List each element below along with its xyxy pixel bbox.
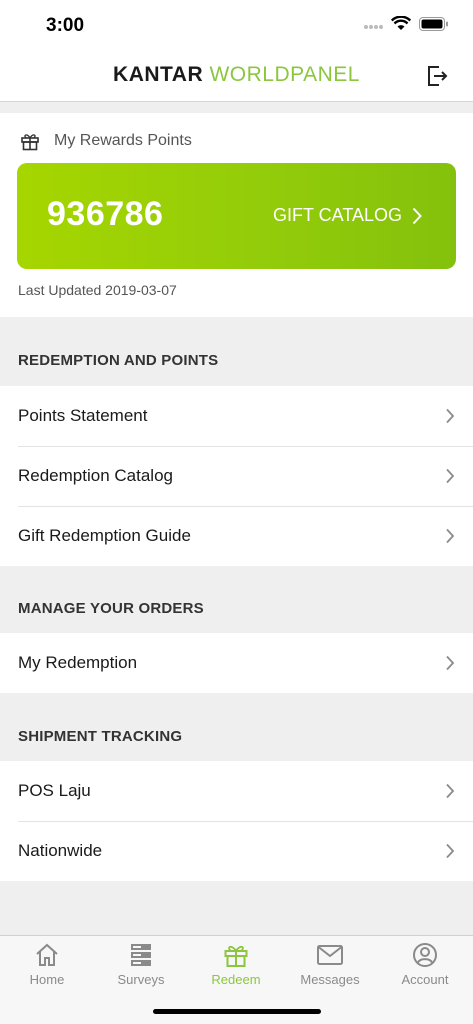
brand-logo-left: KANTAR (113, 63, 210, 86)
list-item-pos-laju[interactable]: POS Laju (0, 761, 473, 821)
account-icon (413, 943, 437, 967)
tab-home[interactable]: Home (0, 942, 94, 987)
tab-label: Account (401, 972, 449, 987)
list-item-gift-redemption-guide[interactable]: Gift Redemption Guide (0, 506, 473, 566)
surveys-icon (131, 944, 151, 966)
tab-redeem[interactable]: Redeem (189, 942, 283, 987)
tab-account[interactable]: Account (378, 942, 472, 987)
points-value: 936786 (47, 195, 164, 233)
tab-messages[interactable]: Messages (283, 942, 377, 987)
gift-catalog-label: GIFT CATALOG (272, 205, 402, 225)
list-item-nationwide[interactable]: Nationwide (0, 821, 473, 881)
tab-label: Surveys (117, 972, 165, 987)
gift-catalog-button[interactable]: GIFT CATALOG (273, 205, 422, 226)
section-header-shipment: SHIPMENT TRACKING (18, 728, 183, 745)
chevron-right-icon (446, 783, 455, 799)
brand-logo: KANTAR WORLDPANEL (0, 63, 473, 87)
list-item-label: POS Laju (18, 781, 91, 800)
cellular-signal-icon (364, 24, 383, 29)
rewards-section: My Rewards Points 936786 GIFT CATALOG La… (0, 113, 473, 317)
chevron-right-icon (446, 655, 455, 671)
list-item-redemption-catalog[interactable]: Redemption Catalog (0, 446, 473, 506)
wifi-icon (391, 16, 411, 30)
points-card[interactable]: 936786 GIFT CATALOG (17, 163, 456, 269)
chevron-right-icon (446, 843, 455, 859)
list-item-label: Points Statement (18, 406, 148, 425)
list-orders: My Redemption (0, 633, 473, 693)
status-time: 3:00 (46, 15, 85, 36)
chevron-right-icon (446, 528, 455, 544)
list-shipment: POS Laju Nationwide (0, 761, 473, 881)
chevron-right-icon (446, 468, 455, 484)
chevron-right-icon (412, 207, 422, 224)
tab-label: Home (29, 972, 65, 987)
tab-label: Messages (300, 972, 360, 987)
list-redemption: Points Statement Redemption Catalog Gift… (0, 386, 473, 566)
logout-icon[interactable] (425, 64, 449, 88)
chevron-right-icon (446, 408, 455, 424)
list-item-label: My Redemption (18, 653, 138, 672)
list-item-label: Gift Redemption Guide (18, 526, 191, 545)
status-icons (363, 16, 449, 31)
list-item-points-statement[interactable]: Points Statement (0, 386, 473, 446)
tab-surveys[interactable]: Surveys (94, 942, 188, 987)
mail-icon (317, 945, 343, 965)
rewards-title: My Rewards Points (54, 132, 192, 149)
home-indicator (153, 1009, 321, 1014)
tab-label: Redeem (211, 972, 261, 987)
list-item-label: Redemption Catalog (18, 466, 173, 485)
rewards-heading: My Rewards Points (20, 131, 192, 151)
nav-bar: KANTAR WORLDPANEL (0, 50, 473, 102)
home-icon (36, 943, 58, 966)
gift-icon (224, 945, 248, 967)
gift-icon (21, 134, 39, 151)
brand-logo-right: WORLDPANEL (209, 63, 360, 86)
last-updated: Last Updated 2019-03-07 (18, 282, 177, 298)
section-header-redemption: REDEMPTION AND POINTS (18, 352, 219, 369)
list-item-label: Nationwide (18, 841, 103, 860)
section-header-orders: MANAGE YOUR ORDERS (18, 600, 204, 617)
list-item-my-redemption[interactable]: My Redemption (0, 633, 473, 693)
status-bar: 3:00 (0, 0, 473, 50)
battery-icon (419, 16, 448, 31)
